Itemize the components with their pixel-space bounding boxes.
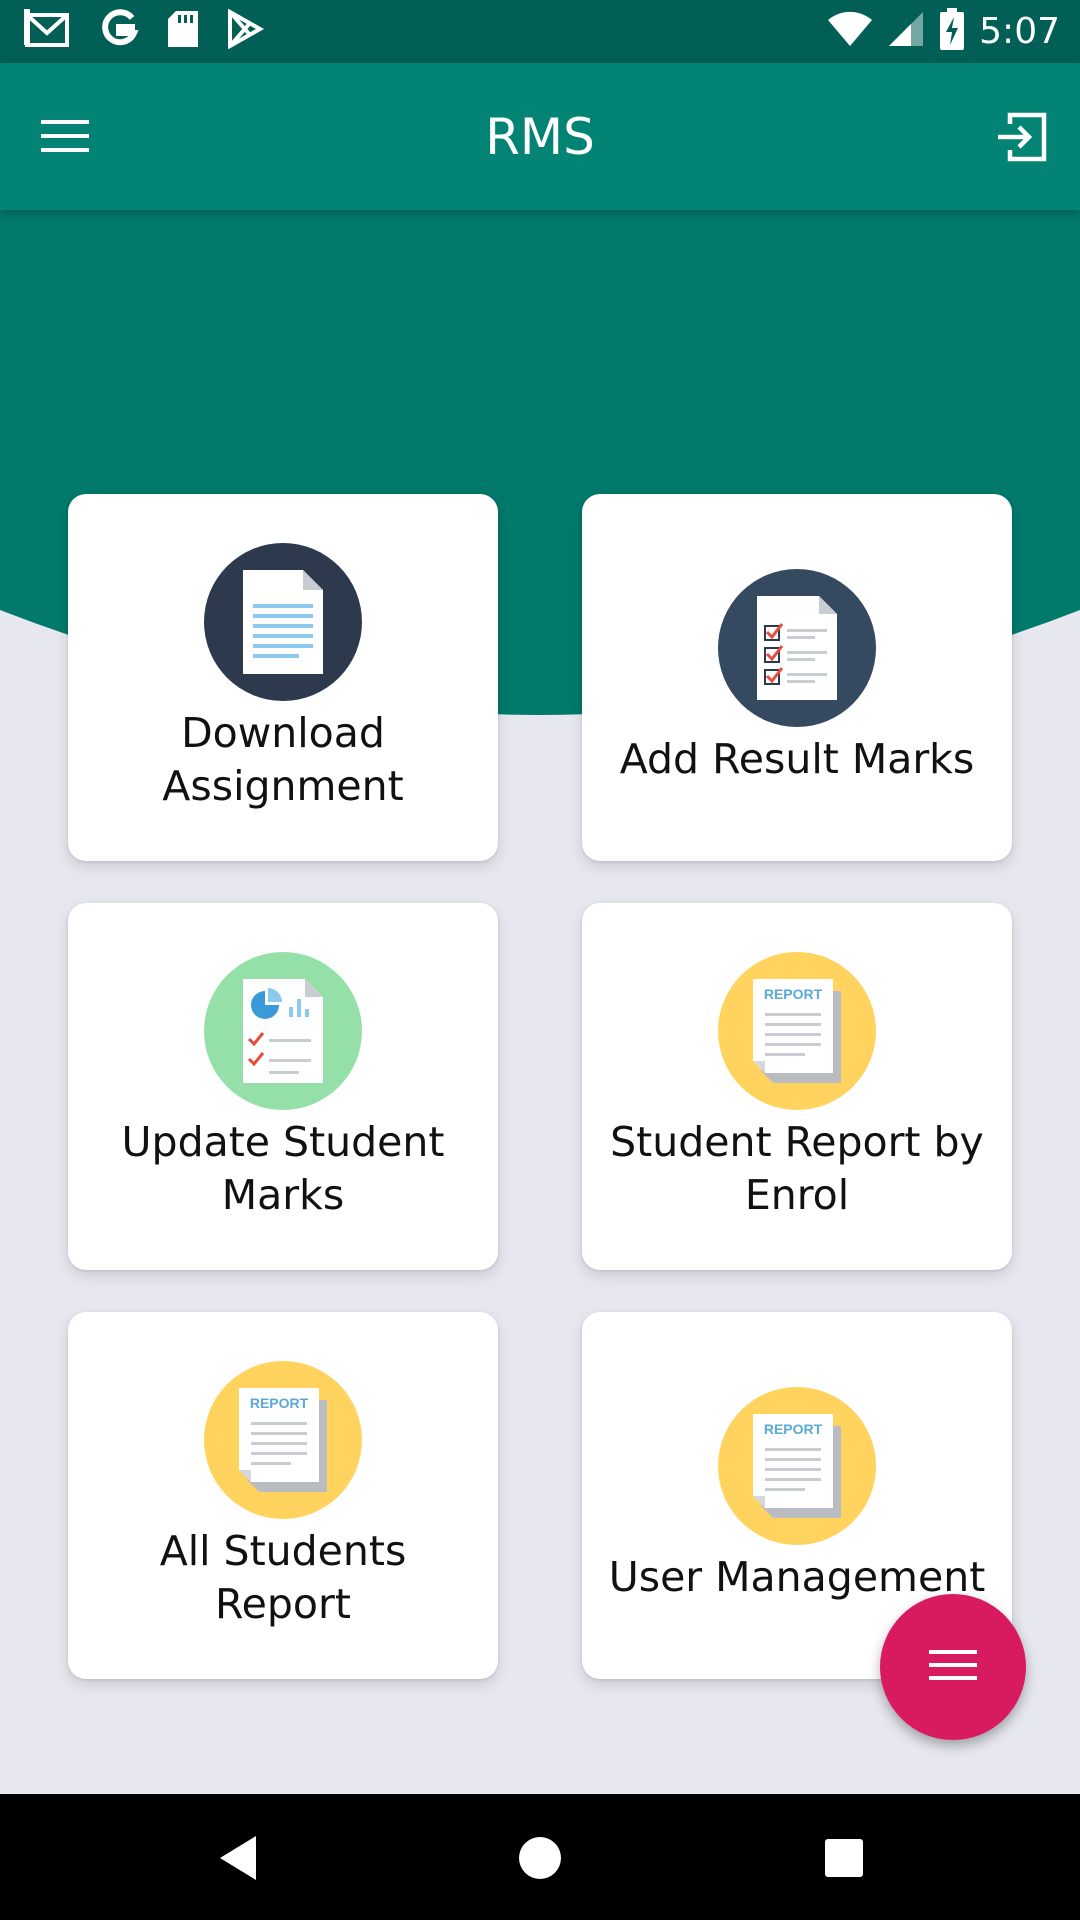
add-result-marks-tile[interactable]: Add Result Marks	[582, 494, 1012, 861]
app-bar: RMS	[0, 63, 1080, 210]
report-icon: REPORT	[718, 951, 876, 1110]
document-icon	[204, 542, 362, 701]
back-icon[interactable]	[210, 1830, 266, 1886]
battery-charging-icon	[939, 7, 965, 55]
sd-card-icon	[166, 9, 200, 54]
svg-text:REPORT: REPORT	[764, 1421, 823, 1437]
menu-icon	[929, 1648, 977, 1687]
download-assignment-tile[interactable]: Download Assignment	[68, 494, 498, 861]
signal-icon	[887, 10, 925, 53]
fab-menu-button[interactable]	[880, 1594, 1026, 1740]
all-students-report-tile[interactable]: REPORT All Students Report	[68, 1312, 498, 1679]
svg-text:REPORT: REPORT	[250, 1395, 309, 1411]
logout-icon[interactable]	[992, 107, 1052, 167]
page-title: RMS	[485, 108, 595, 166]
wifi-icon	[827, 10, 873, 53]
student-report-by-enrol-tile[interactable]: REPORT Student Report by Enrol	[582, 903, 1012, 1270]
system-nav-bar	[0, 1794, 1080, 1920]
update-student-marks-tile[interactable]: Update Student Marks	[68, 903, 498, 1270]
svg-text:REPORT: REPORT	[764, 986, 823, 1002]
tile-label: All Students Report	[159, 1526, 407, 1628]
tile-label: Student Report by Enrol	[610, 1117, 984, 1219]
report-icon: REPORT	[204, 1360, 362, 1519]
google-icon	[98, 8, 140, 55]
chart-document-icon	[204, 951, 362, 1110]
tile-label: Add Result Marks	[619, 735, 975, 783]
tile-label: Download Assignment	[162, 708, 404, 810]
home-icon[interactable]	[512, 1830, 568, 1886]
status-bar: 5:07	[0, 0, 1080, 63]
tile-label: Update Student Marks	[121, 1117, 445, 1219]
report-icon: REPORT	[718, 1387, 876, 1545]
clock: 5:07	[979, 10, 1060, 52]
checklist-icon	[718, 569, 876, 727]
recents-icon[interactable]	[816, 1830, 872, 1886]
play-store-icon	[226, 8, 265, 54]
gmail-icon	[24, 8, 72, 54]
